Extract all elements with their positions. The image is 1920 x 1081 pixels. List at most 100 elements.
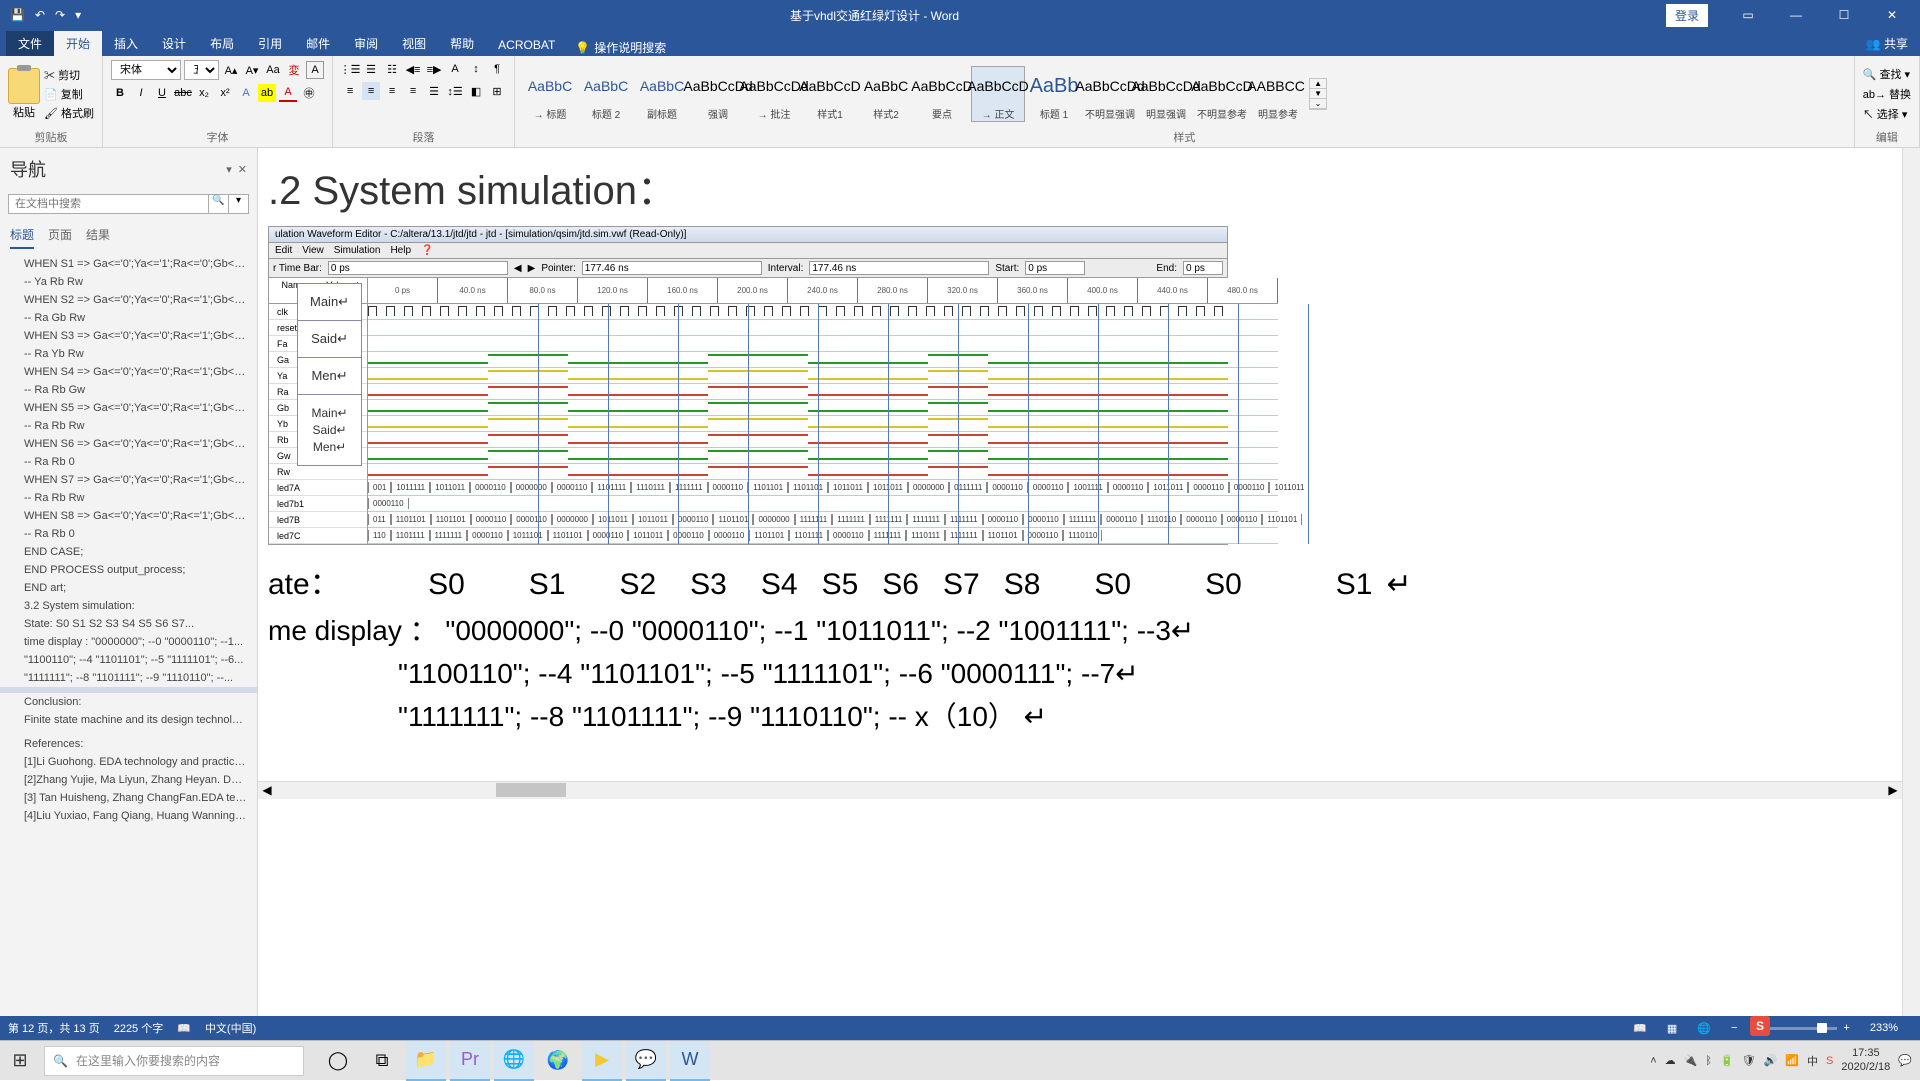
tray-up-icon[interactable]: ˄: [1650, 1055, 1656, 1067]
nav-item[interactable]: -- Ra Rb 0: [0, 525, 257, 543]
nav-item[interactable]: WHEN S2 => Ga<='0';Ya<='0';Ra<='1';Gb<='…: [0, 291, 257, 309]
nav-item[interactable]: WHEN S1 => Ga<='0';Ya<='1';Ra<='0';Gb<='…: [0, 255, 257, 273]
notifications-icon[interactable]: 💬: [1898, 1054, 1912, 1067]
nav-item[interactable]: WHEN S4 => Ga<='0';Ya<='0';Ra<='1';Gb<='…: [0, 363, 257, 381]
grow-font-icon[interactable]: A▴: [222, 61, 240, 79]
nav-item[interactable]: -- Ra Yb Rw: [0, 345, 257, 363]
nav-item[interactable]: Finite state machine and its design tech…: [0, 711, 257, 729]
nav-tab-results[interactable]: 结果: [86, 226, 110, 249]
style-item[interactable]: AaBb标题 1: [1027, 66, 1081, 122]
tab-design[interactable]: 设计: [150, 31, 198, 56]
nav-item[interactable]: -- Ra Rb Rw: [0, 489, 257, 507]
taskbar-search[interactable]: 🔍 在这里输入你要搜索的内容: [44, 1046, 304, 1076]
language-indicator[interactable]: 中文(中国): [205, 1020, 256, 1036]
ribbon-display-icon[interactable]: ▭: [1728, 8, 1768, 22]
word-count[interactable]: 2225 个字: [114, 1020, 164, 1036]
cortana-icon[interactable]: ⧉: [362, 1041, 402, 1081]
underline-icon[interactable]: U: [153, 84, 171, 102]
tab-references[interactable]: 引用: [246, 31, 294, 56]
print-layout-icon[interactable]: ▦: [1667, 1022, 1677, 1035]
save-icon[interactable]: 💾: [10, 8, 25, 22]
tab-insert[interactable]: 插入: [102, 31, 150, 56]
nav-item[interactable]: -- Ya Rb Rw: [0, 273, 257, 291]
close-icon[interactable]: ✕: [1872, 8, 1912, 22]
read-mode-icon[interactable]: 📖: [1633, 1022, 1647, 1035]
align-right-icon[interactable]: ≡: [383, 82, 401, 100]
sort-icon[interactable]: ↕: [467, 60, 485, 78]
find-button[interactable]: 🔍 查找 ▾: [1863, 66, 1911, 82]
start-input[interactable]: [1025, 261, 1085, 275]
nav-tab-headings[interactable]: 标题: [10, 226, 34, 249]
style-item[interactable]: AaBbCcDd不明显强调: [1083, 66, 1137, 122]
pointer-input[interactable]: [582, 261, 762, 275]
gallery-scroll[interactable]: ▲▼⌄: [1309, 78, 1327, 110]
web-layout-icon[interactable]: 🌐: [1697, 1022, 1711, 1035]
style-item[interactable]: AaBbC样式2: [859, 66, 913, 122]
style-item[interactable]: AABBCCI明显参考: [1251, 66, 1305, 122]
highlight-icon[interactable]: ab: [258, 84, 276, 102]
increase-indent-icon[interactable]: ≡▶: [425, 60, 443, 78]
antivirus-icon[interactable]: 🛡: [1742, 1054, 1756, 1067]
strike-icon[interactable]: abc: [174, 84, 192, 102]
minimize-icon[interactable]: —: [1776, 8, 1816, 22]
nav-item[interactable]: 3.2 System simulation:: [0, 597, 257, 615]
style-item[interactable]: AaBbC副标题: [635, 66, 689, 122]
tab-layout[interactable]: 布局: [198, 31, 246, 56]
vertical-scrollbar[interactable]: [1902, 148, 1920, 1016]
nav-item[interactable]: -- Ra Gb Rw: [0, 309, 257, 327]
style-item[interactable]: AaBbCcDd明显强调: [1139, 66, 1193, 122]
premiere-icon[interactable]: Pr: [450, 1041, 490, 1081]
page-indicator[interactable]: 第 12 页，共 13 页: [8, 1020, 100, 1036]
superscript-icon[interactable]: x²: [216, 84, 234, 102]
document-area[interactable]: .2 System simulation： ulation Waveform E…: [258, 148, 1902, 1016]
login-button[interactable]: 登录: [1666, 4, 1708, 27]
align-left-icon[interactable]: ≡: [341, 82, 359, 100]
borders-icon[interactable]: ⊞: [488, 82, 506, 100]
nav-item[interactable]: [1]Li Guohong. EDA technology and practi…: [0, 753, 257, 771]
nav-item[interactable]: "1111111"; --8 "1101111"; --9 "1110110";…: [0, 669, 257, 687]
browser-icon[interactable]: 🌍: [538, 1041, 578, 1081]
multilevel-icon[interactable]: ☷: [383, 60, 401, 78]
paste-button[interactable]: 粘贴: [8, 104, 40, 120]
style-item[interactable]: AaBbC标题 2: [579, 66, 633, 122]
nav-item[interactable]: "1100110"; --4 "1101101"; --5 "1111101";…: [0, 651, 257, 669]
battery-icon[interactable]: 🔋: [1720, 1054, 1734, 1067]
nav-item[interactable]: WHEN S8 => Ga<='0';Ya<='0';Ra<='1';Gb<='…: [0, 507, 257, 525]
maximize-icon[interactable]: ☐: [1824, 8, 1864, 22]
interval-input[interactable]: [809, 261, 989, 275]
enclose-char-icon[interactable]: ㊥: [300, 84, 318, 102]
format-painter-button[interactable]: 🖌 格式刷: [44, 105, 94, 121]
phonetic-icon[interactable]: 変: [285, 61, 303, 79]
qat-customize-icon[interactable]: ▾: [75, 8, 81, 22]
nav-item[interactable]: END CASE;: [0, 543, 257, 561]
prev-icon[interactable]: ◀: [514, 263, 522, 274]
ime-icon[interactable]: 中: [1807, 1053, 1818, 1069]
nav-item[interactable]: END PROCESS output_process;: [0, 561, 257, 579]
subscript-icon[interactable]: x₂: [195, 84, 213, 102]
file-explorer-icon[interactable]: 📁: [406, 1041, 446, 1081]
shrink-font-icon[interactable]: A▾: [243, 61, 261, 79]
tab-review[interactable]: 审阅: [342, 31, 390, 56]
style-item[interactable]: AaBbCcD不明显参考: [1195, 66, 1249, 122]
justify-icon[interactable]: ≡: [404, 82, 422, 100]
nav-close-icon[interactable]: ✕: [238, 163, 247, 176]
nav-item[interactable]: [2]Zhang Yujie, Ma Liyun, Zhang Heyan. D…: [0, 771, 257, 789]
change-case-icon[interactable]: Aa: [264, 61, 282, 79]
nav-item[interactable]: WHEN S5 => Ga<='0';Ya<='0';Ra<='1';Gb<='…: [0, 399, 257, 417]
nav-item[interactable]: WHEN S3 => Ga<='0';Ya<='0';Ra<='1';Gb<='…: [0, 327, 257, 345]
nav-item[interactable]: WHEN S6 => Ga<='0';Ya<='0';Ra<='1';Gb<='…: [0, 435, 257, 453]
horizontal-scrollbar[interactable]: ◀ ▶: [258, 781, 1902, 799]
nav-item[interactable]: References:: [0, 735, 257, 753]
bluetooth-icon[interactable]: ᛒ: [1705, 1055, 1712, 1067]
font-name-select[interactable]: 宋体: [111, 60, 181, 80]
asian-layout-icon[interactable]: A: [446, 60, 464, 78]
zoom-in-icon[interactable]: +: [1843, 1022, 1849, 1034]
tab-mailings[interactable]: 邮件: [294, 31, 342, 56]
nav-item[interactable]: Conclusion:: [0, 693, 257, 711]
copy-button[interactable]: 📄 复制: [44, 86, 94, 102]
word-icon[interactable]: W: [670, 1041, 710, 1081]
time-bar-input[interactable]: [328, 261, 508, 275]
sogou-icon[interactable]: S: [1826, 1055, 1833, 1067]
tab-file[interactable]: 文件: [6, 31, 54, 56]
wechat-icon[interactable]: 💬: [626, 1041, 666, 1081]
